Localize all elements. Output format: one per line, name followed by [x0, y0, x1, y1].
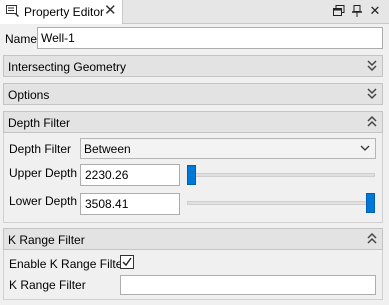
k-range-filter-input[interactable]: [120, 275, 376, 295]
lower-depth-slider-track[interactable]: [187, 201, 375, 205]
close-icon[interactable]: ✕: [104, 2, 117, 20]
depth-filter-value: Between: [84, 142, 131, 156]
depth-filter-label: Depth Filter: [9, 142, 72, 156]
group-depth-filter[interactable]: Depth Filter: [3, 111, 383, 133]
group-title: Depth Filter: [8, 116, 71, 130]
group-title: Intersecting Geometry: [8, 60, 127, 74]
depth-filter-select[interactable]: Between: [80, 138, 376, 159]
name-label: Name: [5, 32, 38, 46]
upper-depth-slider-handle[interactable]: [187, 165, 196, 185]
tab-title: Property Editor: [24, 5, 105, 19]
lower-depth-slider-handle[interactable]: [366, 193, 375, 213]
checkmark-icon: [122, 257, 132, 267]
upper-depth-label: Upper Depth: [9, 166, 78, 180]
property-editor-icon: [6, 5, 19, 17]
group-options[interactable]: Options: [3, 83, 383, 105]
group-intersecting-geometry[interactable]: Intersecting Geometry: [3, 55, 383, 77]
chevron-double-down-icon: [367, 60, 377, 72]
close-icon[interactable]: ✕: [367, 3, 383, 19]
chevron-double-up-icon: [367, 232, 377, 244]
enable-k-range-label: Enable K Range Filter: [9, 257, 127, 271]
chevron-down-icon: [360, 145, 370, 151]
group-title: K Range Filter: [8, 233, 85, 247]
upper-depth-input[interactable]: [80, 164, 180, 186]
group-k-range-filter[interactable]: K Range Filter: [3, 228, 383, 250]
lower-depth-input[interactable]: [80, 193, 180, 215]
chevron-double-down-icon: [367, 88, 377, 100]
group-title: Options: [8, 88, 50, 102]
chevron-double-up-icon: [367, 115, 377, 127]
upper-depth-slider-track[interactable]: [187, 173, 375, 177]
restore-icon[interactable]: [331, 3, 347, 19]
title-bar: Property Editor ✕ ✕: [0, 0, 389, 24]
tab-property-editor[interactable]: Property Editor ✕: [0, 0, 123, 24]
k-range-filter-label: K Range Filter: [9, 278, 86, 292]
name-input[interactable]: [37, 27, 383, 49]
pin-icon[interactable]: [349, 3, 365, 19]
enable-k-range-checkbox[interactable]: [120, 255, 134, 269]
lower-depth-label: Lower Depth: [9, 194, 78, 208]
